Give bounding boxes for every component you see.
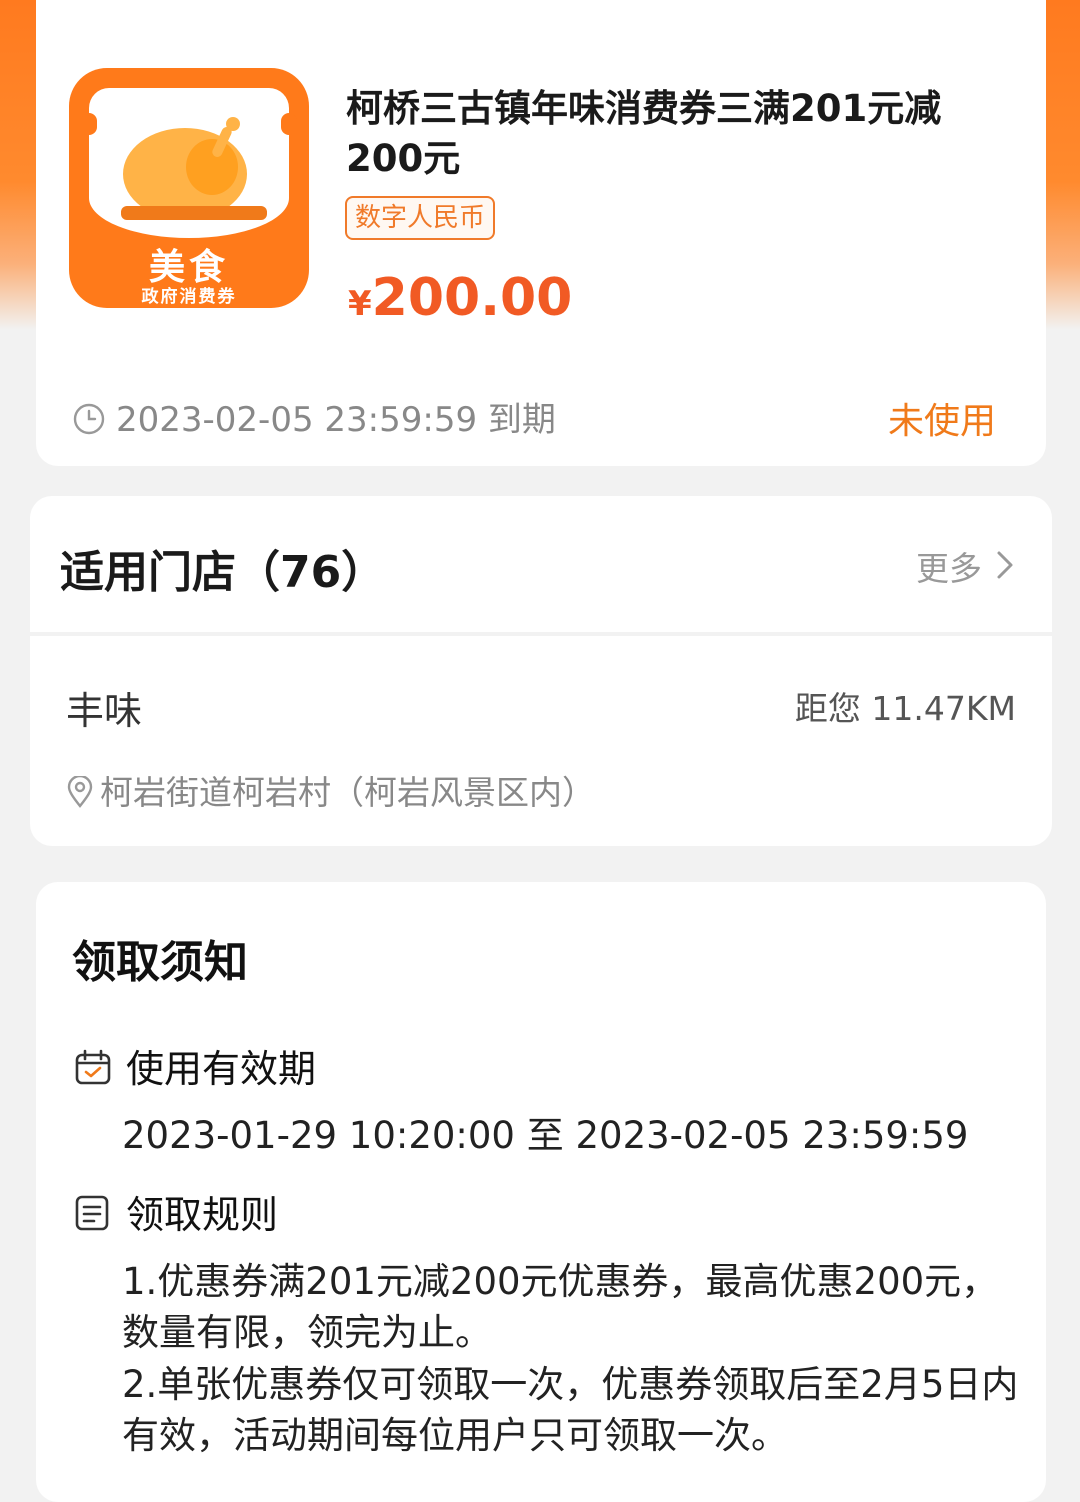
- validity-label: 使用有效期: [126, 1047, 317, 1091]
- applicable-stores-card: 适用门店（76） 更多 丰味 距您 11.47KM 柯岩街道柯岩村（柯岩风景区内…: [30, 496, 1052, 846]
- more-label: 更多: [916, 549, 982, 588]
- notice-title: 领取须知: [72, 937, 248, 988]
- store-name: 丰味: [66, 689, 143, 733]
- logo-sub-text: 政府消费券: [141, 287, 237, 307]
- location-pin-icon: [67, 776, 93, 808]
- roast-chicken-icon: [121, 117, 267, 220]
- store-distance: 距您 11.47KM: [794, 689, 1016, 728]
- currency-symbol: ¥: [348, 284, 372, 324]
- rules-label: 领取规则: [126, 1193, 279, 1237]
- coupon-price: ¥200.00: [348, 268, 572, 328]
- rule-item: 1.优惠券满201元减200元优惠券，最高优惠200元，数量有限，领完为止。: [122, 1260, 999, 1354]
- price-amount: 200.00: [371, 268, 573, 328]
- store-address-row: 柯岩街道柯岩村（柯岩风景区内）: [66, 766, 595, 814]
- document-icon: [75, 1195, 109, 1231]
- coupon-logo: 美食 政府消费券: [69, 68, 309, 308]
- clock-icon: [73, 403, 105, 435]
- stores-header: 适用门店（76） 更多: [30, 496, 1052, 636]
- more-stores-link[interactable]: 更多: [916, 542, 1014, 590]
- store-address: 柯岩街道柯岩村（柯岩风景区内）: [100, 773, 595, 812]
- notice-card: 领取须知 使用有效期 2023-01-29 10:20:00 至 2023-02…: [36, 882, 1046, 1502]
- stores-title: 适用门店（76）: [60, 547, 386, 598]
- validity-value: 2023-01-29 10:20:00 至 2023-02-05 23:59:5…: [122, 1114, 969, 1157]
- rule-item: 2.单张优惠券仅可领取一次，优惠券领取后至2月5日内有效，活动期间每位用户只可领…: [122, 1363, 1019, 1457]
- expiry-text: 2023-02-05 23:59:59 到期: [116, 400, 556, 440]
- digital-rmb-badge: 数字人民币: [345, 196, 496, 240]
- coupon-title: 柯桥三古镇年味消费券三满201元减200元: [346, 87, 942, 180]
- chevron-right-icon: [997, 551, 1013, 579]
- expiry-row: 2023-02-05 23:59:59 到期: [72, 392, 556, 441]
- coupon-status: 未使用: [887, 401, 996, 442]
- calendar-check-icon: [75, 1049, 111, 1085]
- coupon-card: 美食 政府消费券 柯桥三古镇年味消费券三满201元减200元 数字人民币 ¥20…: [36, 0, 1046, 466]
